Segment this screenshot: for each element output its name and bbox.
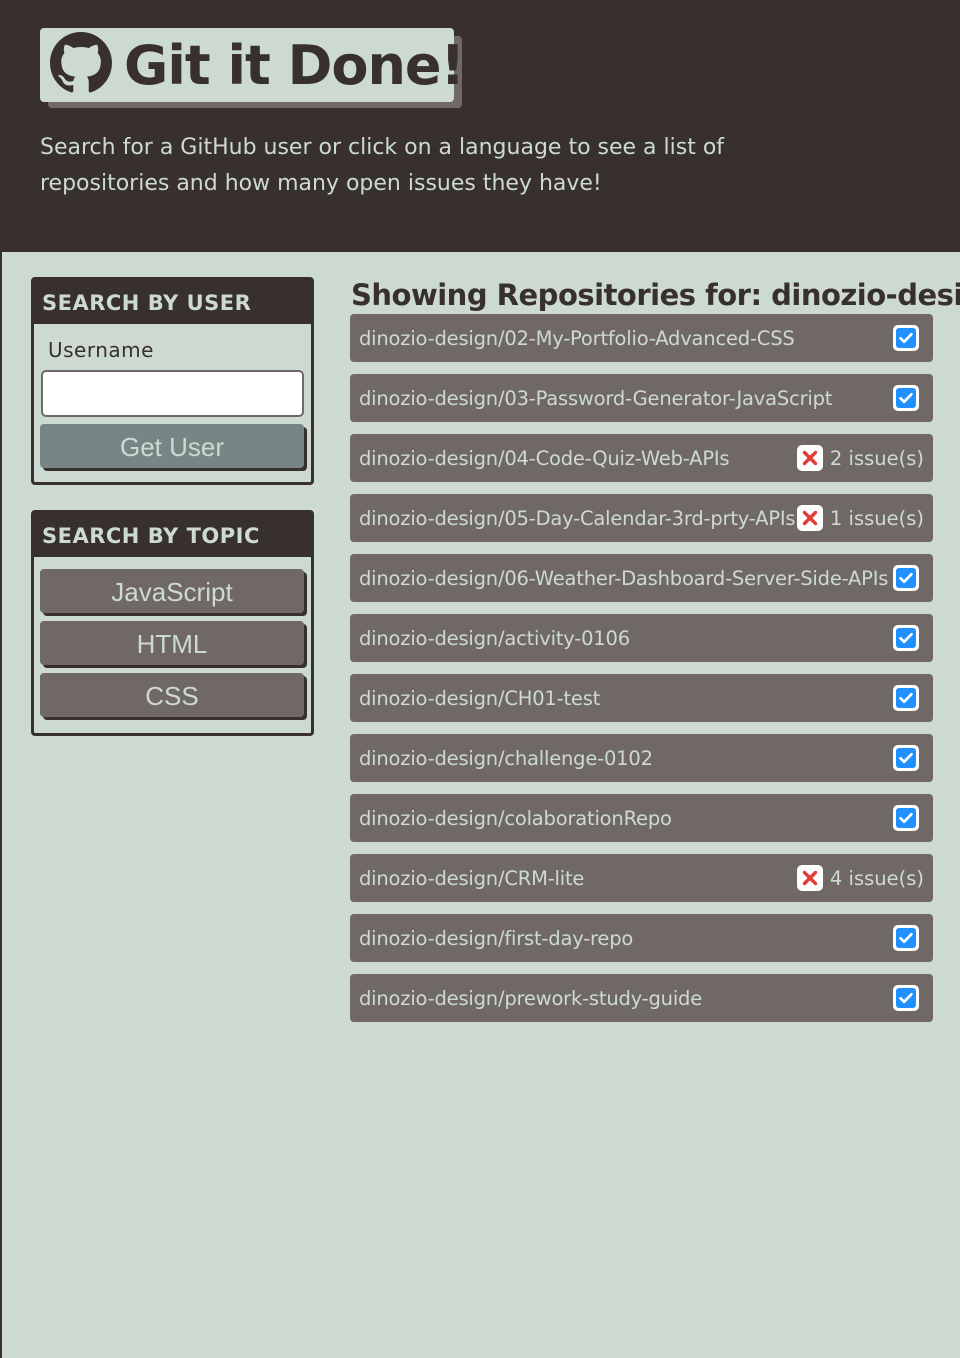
- repo-name: dinozio-design/03-Password-Generator-Jav…: [359, 386, 833, 410]
- repo-name: dinozio-design/CRM-lite: [359, 866, 585, 890]
- site-header: Git it Done! Search for a GitHub user or…: [0, 0, 960, 252]
- repo-item[interactable]: dinozio-design/06-Weather-Dashboard-Serv…: [350, 554, 933, 602]
- check-box-icon: [892, 804, 920, 832]
- username-label: Username: [48, 338, 154, 362]
- repo-item[interactable]: dinozio-design/02-My-Portfolio-Advanced-…: [350, 314, 933, 362]
- repo-item[interactable]: dinozio-design/challenge-0102: [350, 734, 933, 782]
- check-box-icon: [892, 384, 920, 412]
- get-user-button[interactable]: Get User: [40, 424, 304, 468]
- repo-item[interactable]: dinozio-design/prework-study-guide: [350, 974, 933, 1022]
- page-left-border: [0, 0, 2, 1358]
- repo-item[interactable]: dinozio-design/activity-0106: [350, 614, 933, 662]
- check-box-icon: [892, 324, 920, 352]
- repo-item[interactable]: dinozio-design/CRM-lite 4 issue(s): [350, 854, 933, 902]
- check-box-icon: [892, 924, 920, 952]
- repo-item[interactable]: dinozio-design/04-Code-Quiz-Web-APIs 2 is…: [350, 434, 933, 482]
- repo-status: [892, 684, 924, 712]
- repo-status: [892, 804, 924, 832]
- site-subtitle: Search for a GitHub user or click on a l…: [40, 135, 725, 196]
- cross-box-icon: [796, 864, 824, 892]
- repo-name: dinozio-design/06-Weather-Dashboard-Serv…: [359, 566, 889, 590]
- check-box-icon: [892, 684, 920, 712]
- repo-item[interactable]: dinozio-design/CH01-test: [350, 674, 933, 722]
- repo-status: [892, 384, 924, 412]
- repo-name: dinozio-design/04-Code-Quiz-Web-APIs: [359, 446, 730, 470]
- issue-count: 4 issue(s): [829, 866, 924, 890]
- repo-name: dinozio-design/05-Day-Calendar-3rd-prty-…: [359, 506, 796, 530]
- repo-status: [892, 564, 924, 592]
- site-title: Git it Done!: [124, 33, 465, 97]
- repo-name: dinozio-design/02-My-Portfolio-Advanced-…: [359, 326, 795, 350]
- github-octocat-icon: [50, 32, 112, 98]
- topic-button-css[interactable]: CSS: [40, 673, 304, 717]
- repo-item[interactable]: dinozio-design/colaborationRepo: [350, 794, 933, 842]
- repo-name: dinozio-design/colaborationRepo: [359, 806, 672, 830]
- repo-status: [892, 324, 924, 352]
- check-box-icon: [892, 624, 920, 652]
- check-box-icon: [892, 984, 920, 1012]
- check-box-icon: [892, 744, 920, 772]
- cross-box-icon: [796, 444, 824, 472]
- search-by-topic-heading: SEARCH BY TOPIC: [34, 513, 311, 557]
- issue-count: 2 issue(s): [829, 446, 924, 470]
- repo-name: dinozio-design/prework-study-guide: [359, 986, 703, 1010]
- check-box-icon: [892, 564, 920, 592]
- logo: Git it Done!: [40, 28, 465, 102]
- repo-item[interactable]: dinozio-design/first-day-repo: [350, 914, 933, 962]
- repo-item[interactable]: dinozio-design/03-Password-Generator-Jav…: [350, 374, 933, 422]
- search-by-topic-card: SEARCH BY TOPIC JavaScript HTML CSS: [31, 510, 314, 736]
- username-input[interactable]: [41, 370, 304, 417]
- repo-status: [892, 924, 924, 952]
- issue-count: 1 issue(s): [829, 506, 924, 530]
- topic-button-html[interactable]: HTML: [40, 621, 304, 665]
- repo-name: dinozio-design/challenge-0102: [359, 746, 653, 770]
- repo-search-term-heading: Showing Repositories for: dinozio-design: [351, 278, 960, 312]
- repo-item[interactable]: dinozio-design/05-Day-Calendar-3rd-prty-…: [350, 494, 933, 542]
- repo-name: dinozio-design/activity-0106: [359, 626, 630, 650]
- cross-box-icon: [796, 504, 824, 532]
- repo-list: dinozio-design/02-My-Portfolio-Advanced-…: [350, 314, 933, 1034]
- repo-status: 1 issue(s): [796, 504, 924, 532]
- repo-name: dinozio-design/first-day-repo: [359, 926, 634, 950]
- repo-status: 4 issue(s): [796, 864, 924, 892]
- repo-status: 2 issue(s): [796, 444, 924, 472]
- repo-status: [892, 624, 924, 652]
- repo-name: dinozio-design/CH01-test: [359, 686, 601, 710]
- topic-button-javascript[interactable]: JavaScript: [40, 569, 304, 613]
- logo-banner: Git it Done!: [40, 28, 465, 108]
- repo-status: [892, 744, 924, 772]
- repo-status: [892, 984, 924, 1012]
- search-by-user-card: SEARCH BY USER Username Get User: [31, 277, 314, 485]
- search-by-user-heading: SEARCH BY USER: [34, 280, 311, 324]
